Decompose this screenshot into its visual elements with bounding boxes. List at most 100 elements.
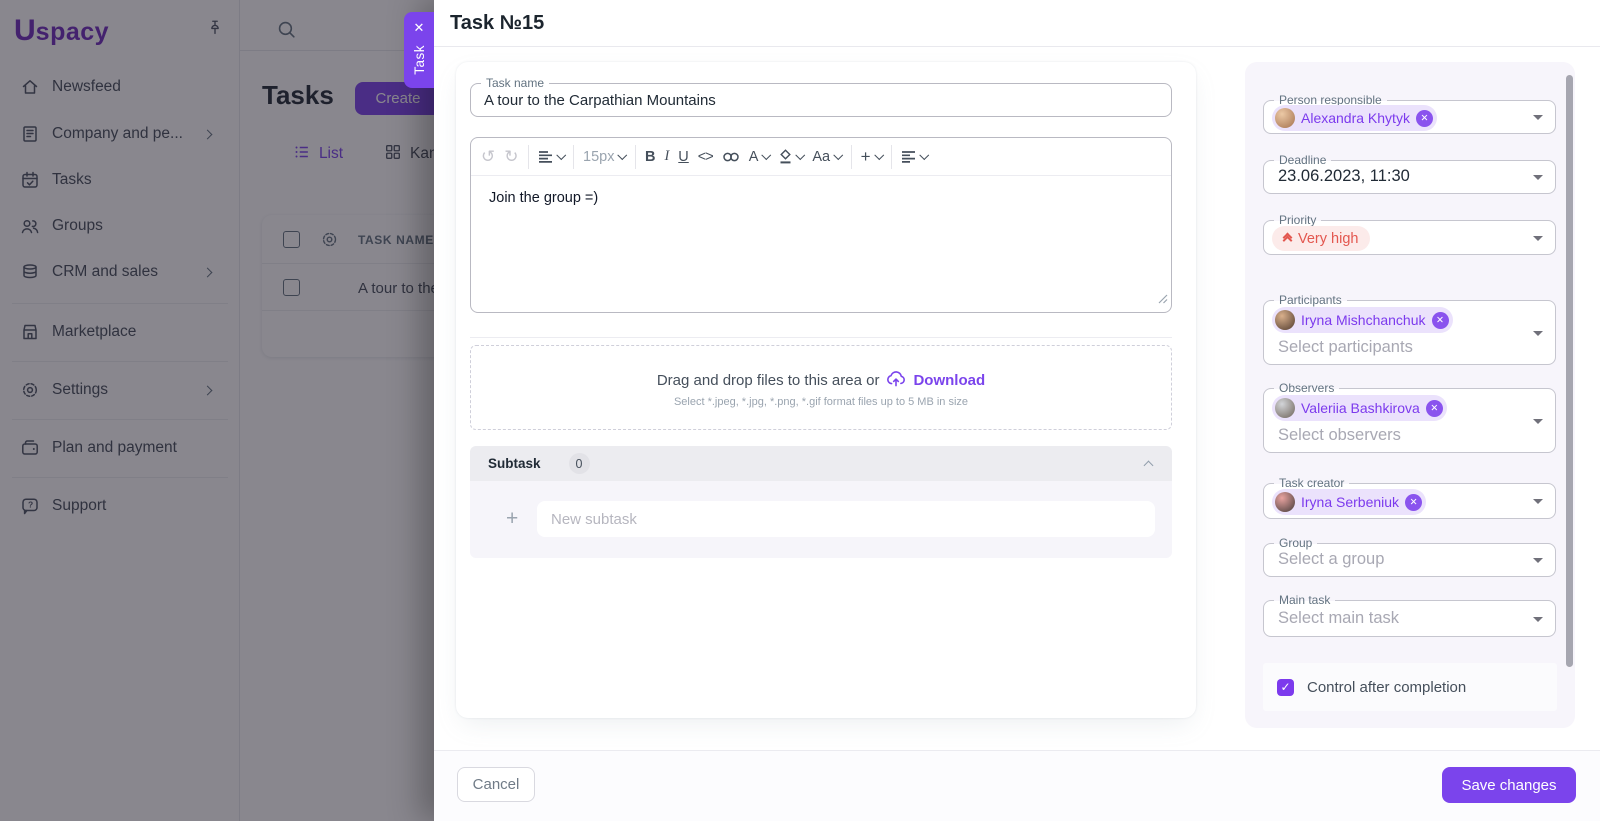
italic-button[interactable]: I	[664, 148, 669, 165]
subtask-body: +	[470, 481, 1172, 558]
chevron-down-icon	[874, 150, 884, 160]
underline-button[interactable]: U	[678, 149, 688, 165]
observer-chip[interactable]: Valeriia Bashkirova ✕	[1272, 395, 1447, 421]
participant-chip-name: Iryna Mishchanchuk	[1301, 312, 1426, 328]
section-divider	[470, 337, 1172, 338]
deadline-value: 23.06.2023, 11:30	[1278, 167, 1410, 185]
align-button[interactable]	[901, 150, 929, 164]
dropdown-arrow-icon[interactable]	[1533, 499, 1543, 504]
dropdown-arrow-icon[interactable]	[1533, 115, 1543, 120]
remove-icon[interactable]: ✕	[1431, 311, 1449, 329]
redo-icon[interactable]: ↻	[504, 147, 518, 167]
participants-select[interactable]: Participants Iryna Mishchanchuk ✕ Select…	[1263, 293, 1556, 365]
person-responsible-select[interactable]: Person responsible Alexandra Khytyk ✕	[1263, 93, 1556, 134]
add-subtask-icon[interactable]: +	[506, 508, 518, 529]
chevron-up-icon[interactable]	[1143, 460, 1154, 471]
text-color-button[interactable]: A	[748, 148, 772, 165]
task-creator-select[interactable]: Task creator Iryna Serbeniuk ✕	[1263, 476, 1556, 519]
task-drawer-tab[interactable]: ✕ Task	[404, 12, 434, 88]
editor-content[interactable]: Join the group =)	[489, 190, 598, 206]
resize-handle[interactable]	[1158, 291, 1168, 309]
dropdown-arrow-icon[interactable]	[1533, 616, 1543, 622]
participant-chip[interactable]: Iryna Mishchanchuk ✕	[1272, 307, 1453, 333]
save-changes-button[interactable]: Save changes	[1442, 767, 1576, 803]
file-dropzone[interactable]: Drag and drop files to this area or Down…	[470, 345, 1172, 430]
plus-glyph: +	[860, 146, 871, 166]
avatar	[1275, 310, 1295, 330]
group-select[interactable]: Group Select a group	[1263, 536, 1556, 577]
participants-placeholder: Select participants	[1278, 338, 1413, 356]
priority-select[interactable]: Priority Very high	[1263, 213, 1556, 255]
highlight-color-button[interactable]	[779, 149, 805, 164]
participants-label: Participants	[1274, 293, 1347, 308]
description-editor[interactable]: ↺ ↻ 15px B I U <> A Aa + Join the group …	[470, 137, 1172, 313]
vertical-scrollbar[interactable]	[1566, 75, 1573, 667]
subtask-title: Subtask	[488, 456, 541, 471]
chevron-down-icon	[762, 150, 772, 160]
drawer-footer: Cancel Save changes	[434, 750, 1600, 821]
chevron-down-icon	[618, 150, 628, 160]
remove-icon[interactable]: ✕	[1405, 493, 1423, 511]
drawer-header: Task №15	[434, 0, 1600, 47]
person-chip[interactable]: Alexandra Khytyk ✕	[1272, 105, 1437, 131]
control-checkbox-label: Control after completion	[1307, 678, 1467, 696]
chevron-down-icon	[795, 150, 805, 160]
task-drawer: Task №15 Task name ↺ ↻	[434, 0, 1600, 821]
bold-button[interactable]: B	[645, 149, 655, 165]
deadline-label: Deadline	[1274, 153, 1332, 168]
font-size-select[interactable]: 15px	[583, 148, 628, 165]
toolbar-separator	[634, 144, 636, 169]
observers-select[interactable]: Observers Valeriia Bashkirova ✕ Select o…	[1263, 381, 1556, 453]
text-case-glyph: Aa	[812, 148, 831, 165]
creator-chip[interactable]: Iryna Serbeniuk ✕	[1272, 489, 1427, 515]
dropdown-arrow-icon[interactable]	[1533, 330, 1543, 336]
remove-icon[interactable]: ✕	[1415, 109, 1433, 127]
text-color-glyph: A	[748, 148, 759, 165]
text-case-button[interactable]: Aa	[812, 148, 843, 165]
task-name-field[interactable]: Task name	[470, 76, 1172, 117]
main-task-select[interactable]: Main task Select main task	[1263, 593, 1556, 637]
avatar	[1275, 492, 1295, 512]
task-name-input[interactable]	[471, 84, 1171, 116]
main-task-label: Main task	[1274, 593, 1336, 608]
dropzone-text-row: Drag and drop files to this area or Down…	[471, 370, 1171, 391]
line-height-button[interactable]	[538, 150, 566, 164]
remove-icon[interactable]: ✕	[1425, 399, 1443, 417]
toolbar-separator	[573, 144, 574, 169]
priority-chip: Very high	[1272, 226, 1371, 251]
font-size-value: 15px	[583, 148, 615, 165]
toolbar-separator	[527, 144, 529, 169]
avatar	[1275, 398, 1295, 418]
drawer-tab-label: Task	[411, 45, 427, 75]
cloud-upload-icon	[886, 370, 906, 391]
download-link[interactable]: Download	[913, 372, 985, 389]
subtask-header[interactable]: Subtask 0	[470, 446, 1172, 481]
priority-value: Very high	[1298, 230, 1359, 247]
double-chevron-up-icon	[1282, 232, 1293, 245]
main-task-placeholder: Select main task	[1278, 609, 1400, 627]
undo-icon[interactable]: ↺	[481, 147, 495, 167]
chevron-down-icon	[556, 150, 566, 160]
subtask-count-badge: 0	[568, 453, 590, 474]
toolbar-separator	[850, 144, 852, 169]
control-after-completion-row: ✓ Control after completion	[1263, 663, 1557, 711]
task-form-card: Task name ↺ ↻ 15px	[456, 62, 1196, 718]
control-checkbox[interactable]: ✓	[1277, 678, 1294, 696]
new-subtask-input[interactable]	[537, 501, 1155, 537]
group-placeholder: Select a group	[1278, 550, 1385, 568]
dropzone-hint: Select *.jpeg, *.jpg, *.png, *.gif forma…	[673, 396, 969, 408]
dropdown-arrow-icon[interactable]	[1533, 418, 1543, 424]
code-button[interactable]: <>	[698, 149, 714, 165]
deadline-select[interactable]: Deadline 23.06.2023, 11:30	[1263, 153, 1556, 194]
task-details-panel: Person responsible Alexandra Khytyk ✕ De…	[1245, 62, 1575, 728]
dropdown-arrow-icon[interactable]	[1533, 235, 1543, 241]
cancel-button[interactable]: Cancel	[457, 767, 535, 802]
creator-chip-name: Iryna Serbeniuk	[1301, 494, 1400, 510]
link-icon[interactable]	[722, 151, 740, 163]
dropzone-text: Drag and drop files to this area or	[656, 372, 880, 389]
toolbar-separator	[891, 144, 893, 169]
dropdown-arrow-icon[interactable]	[1533, 175, 1543, 180]
insert-button[interactable]: +	[860, 146, 884, 167]
dropdown-arrow-icon[interactable]	[1533, 558, 1543, 563]
close-icon[interactable]: ✕	[414, 20, 425, 36]
